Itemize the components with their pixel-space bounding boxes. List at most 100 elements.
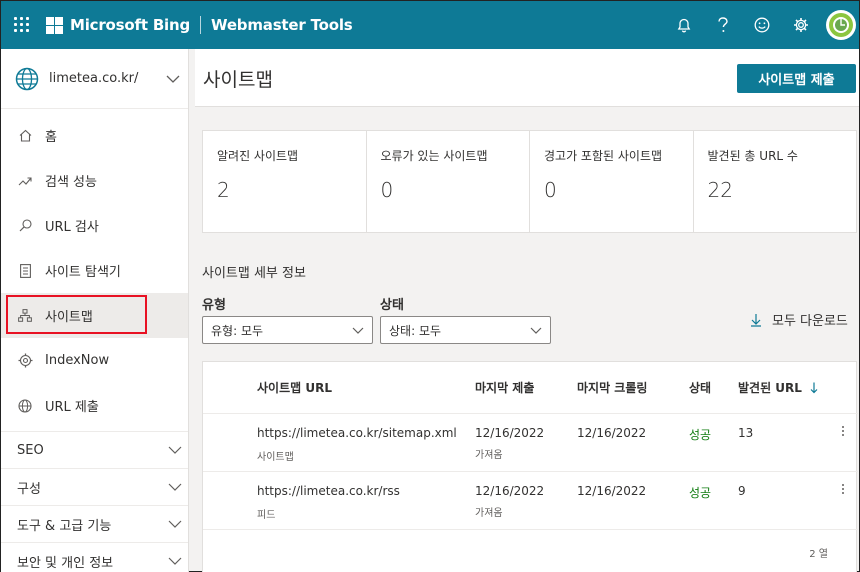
sidebar-item-label: 사이트 탐색기 — [45, 265, 121, 280]
sidebar-group-configuration[interactable]: 구성 — [1, 468, 188, 505]
column-header-status[interactable]: 상태 — [689, 379, 711, 396]
brand-name[interactable]: Microsoft Bing — [70, 16, 190, 34]
top-bar: Microsoft Bing Webmaster Tools — [1, 1, 859, 49]
download-icon — [751, 313, 761, 327]
sitemap-url[interactable]: https://limetea.co.kr/sitemap.xml — [257, 426, 457, 440]
chevron-down-icon — [168, 520, 182, 528]
status-filter-dropdown[interactable]: 상태: 모두 — [380, 316, 551, 344]
sitemap-kind: 사이트맵 — [257, 452, 294, 463]
status-filter-label: 상태 — [380, 298, 404, 313]
product-name[interactable]: Webmaster Tools — [211, 16, 353, 34]
bell-icon[interactable] — [664, 1, 703, 49]
sidebar-group-label: 도구 & 고급 기능 — [17, 518, 112, 534]
sidebar: limetea.co.kr/ 홈 검색 성능 URL 검사 사이트 탐색기 사이… — [1, 49, 189, 572]
globe-icon — [15, 67, 39, 90]
column-header-url[interactable]: 사이트맵 URL — [257, 379, 332, 396]
table-footer: 2 열 — [203, 529, 858, 572]
sort-down-icon — [810, 382, 818, 394]
chevron-down-icon — [352, 327, 364, 334]
sidebar-item-label: URL 검사 — [45, 220, 99, 235]
brand-divider — [200, 16, 202, 34]
sidebar-item-sitemaps[interactable]: 사이트맵 — [1, 293, 188, 338]
sidebar-item-indexnow[interactable]: IndexNow — [1, 338, 188, 383]
stat-value: 0 — [544, 178, 557, 202]
gear-icon — [17, 353, 33, 369]
document-icon — [17, 263, 33, 279]
table-row[interactable]: https://limetea.co.kr/rss 피드 12/16/2022 … — [203, 471, 858, 529]
stat-sitemaps-with-errors: 오류가 있는 사이트맵 0 — [367, 131, 530, 232]
sidebar-group-tools[interactable]: 도구 & 고급 기능 — [1, 505, 188, 542]
sitemap-table: 사이트맵 URL 마지막 제출 마지막 크롤링 상태 발견된 URL https… — [202, 361, 858, 572]
app-launcher-icon[interactable] — [14, 17, 30, 33]
column-header-urls-found[interactable]: 발견된 URL — [738, 379, 818, 396]
sidebar-item-url-submission[interactable]: URL 제출 — [1, 383, 188, 428]
type-filter-dropdown[interactable]: 유형: 모두 — [202, 316, 373, 344]
trend-icon — [17, 173, 33, 189]
stat-sitemaps-with-warnings: 경고가 포함된 사이트맵 0 — [530, 131, 694, 232]
stats-panel: 알려진 사이트맵 2 오류가 있는 사이트맵 0 경고가 포함된 사이트맵 0 … — [202, 130, 857, 233]
stat-value: 22 — [707, 178, 733, 202]
sidebar-group-label: 보안 및 개인 정보 — [17, 555, 114, 571]
download-all-button[interactable]: 모두 다운로드 — [750, 310, 848, 329]
type-filter-label: 유형 — [202, 298, 226, 313]
chevron-down-icon — [168, 557, 182, 565]
sidebar-item-label: 홈 — [45, 130, 57, 145]
stat-total-urls: 발견된 총 URL 수 22 — [694, 131, 857, 232]
last-crawled: 12/16/2022 — [577, 426, 647, 440]
type-filter-value: 유형: 모두 — [211, 323, 264, 338]
sidebar-group-label: 구성 — [17, 481, 41, 497]
site-selector[interactable]: limetea.co.kr/ — [1, 49, 188, 109]
status-filter-value: 상태: 모두 — [389, 323, 442, 338]
smiley-icon[interactable] — [742, 1, 781, 49]
stat-label: 알려진 사이트맵 — [217, 149, 299, 163]
top-icons — [664, 1, 859, 49]
column-header-last-submitted[interactable]: 마지막 제출 — [475, 379, 534, 396]
submitted-source: 가져옴 — [475, 450, 503, 461]
microsoft-logo-icon — [46, 16, 63, 34]
column-header-label: 발견된 URL — [738, 381, 802, 395]
last-crawled: 12/16/2022 — [577, 484, 647, 498]
download-all-label: 모두 다운로드 — [772, 314, 848, 329]
more-options-icon[interactable] — [842, 426, 844, 436]
stat-label: 발견된 총 URL 수 — [707, 149, 798, 163]
page-header: 사이트맵 사이트맵 제출 — [195, 49, 859, 107]
globe-icon — [17, 398, 33, 414]
sidebar-group-label: SEO — [17, 442, 44, 458]
sidebar-item-site-explorer[interactable]: 사이트 탐색기 — [1, 248, 188, 293]
last-submitted: 12/16/2022 — [475, 484, 545, 498]
sidebar-item-url-inspection[interactable]: URL 검사 — [1, 203, 188, 248]
help-icon[interactable] — [703, 1, 742, 49]
site-name: limetea.co.kr/ — [49, 71, 139, 86]
sitemap-url[interactable]: https://limetea.co.kr/rss — [257, 484, 400, 498]
avatar[interactable] — [826, 10, 856, 40]
sidebar-item-home[interactable]: 홈 — [1, 113, 188, 158]
highlight-box — [6, 295, 147, 334]
stat-value: 0 — [380, 178, 394, 202]
page-title: 사이트맵 — [203, 69, 273, 91]
row-count: 2 열 — [809, 549, 828, 560]
chevron-down-icon — [166, 75, 180, 83]
column-header-last-crawled[interactable]: 마지막 크롤링 — [577, 379, 647, 396]
chevron-down-icon — [168, 446, 182, 454]
section-title: 사이트맵 세부 정보 — [202, 266, 306, 281]
sidebar-item-label: URL 제출 — [45, 400, 99, 415]
chevron-down-icon — [530, 327, 542, 334]
last-submitted: 12/16/2022 — [475, 426, 545, 440]
status-badge: 성공 — [689, 486, 712, 500]
submit-sitemap-button[interactable]: 사이트맵 제출 — [737, 64, 856, 93]
gear-icon[interactable] — [781, 1, 820, 49]
sidebar-item-search-performance[interactable]: 검색 성능 — [1, 158, 188, 203]
sitemap-kind: 피드 — [257, 510, 276, 521]
stat-value: 2 — [217, 178, 230, 202]
search-icon — [17, 218, 33, 234]
table-row[interactable]: https://limetea.co.kr/sitemap.xml 사이트맵 1… — [203, 413, 858, 471]
sidebar-item-label: 검색 성능 — [45, 175, 97, 190]
more-options-icon[interactable] — [842, 484, 844, 494]
home-icon — [17, 128, 33, 144]
chevron-down-icon — [168, 483, 182, 491]
stat-label: 경고가 포함된 사이트맵 — [544, 149, 663, 163]
stat-known-sitemaps: 알려진 사이트맵 2 — [203, 131, 367, 232]
sidebar-group-security-privacy[interactable]: 보안 및 개인 정보 — [1, 542, 188, 572]
urls-found: 9 — [738, 484, 746, 498]
sidebar-group-seo[interactable]: SEO — [1, 431, 188, 468]
